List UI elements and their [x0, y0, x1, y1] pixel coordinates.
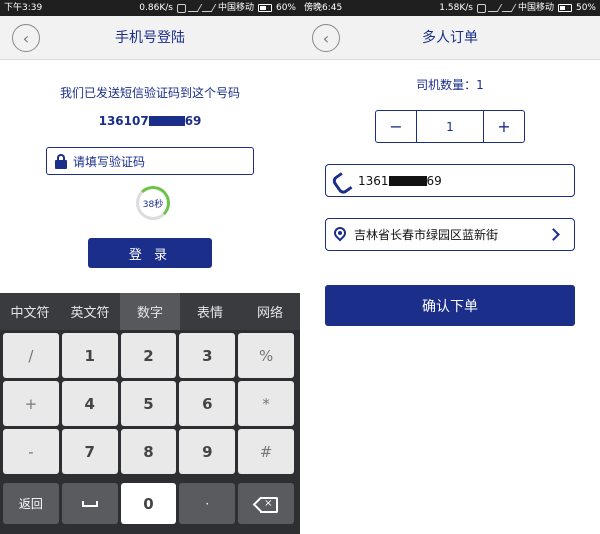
key-dot[interactable]: · [179, 483, 236, 524]
key-7[interactable]: 7 [61, 429, 118, 474]
tab-numbers[interactable]: 数字 [120, 293, 180, 330]
key-8[interactable]: 8 [120, 429, 177, 474]
soft-keyboard: 中文符 英文符 数字 表情 网络 /1 2 3% +4 5 6 * -7 8 9 # 返回 0 · × [0, 293, 300, 534]
tab-network[interactable]: 网络 [240, 293, 300, 330]
verification-code-input[interactable]: 请填写验证码 [46, 147, 254, 175]
address-text: 吉林省长春市绿园区蓝新街 [354, 228, 499, 242]
address-field[interactable]: 吉林省长春市绿园区蓝新街 [325, 218, 575, 251]
network-speed: 0.86K/s [139, 3, 173, 13]
network-speed: 1.58K/s [439, 3, 473, 13]
tab-english-symbols[interactable]: 英文符 [60, 293, 120, 330]
key-backspace[interactable]: × [238, 483, 294, 524]
phone-icon [334, 174, 348, 188]
key-hash[interactable]: # [238, 429, 294, 474]
alarm-icon [176, 3, 186, 13]
login-screen: 下午3:39 0.86K/s 中国移动 60% ‹ 手机号登陆 我们已发送短信验… [0, 0, 300, 534]
location-pin-icon [331, 224, 349, 243]
countdown-timer: 38秒 [136, 186, 170, 220]
key-9[interactable]: 9 [179, 429, 236, 474]
key-slash[interactable]: / [3, 333, 59, 378]
decrement-button[interactable]: − [376, 111, 416, 142]
key-4[interactable]: 4 [61, 381, 118, 426]
battery-icon [257, 4, 272, 12]
page-title: 多人订单 [422, 30, 478, 46]
status-bar: 傍晚6:45 1.58K/s 中国移动 50% [300, 0, 600, 16]
phone-value: 1361 69 [358, 174, 442, 188]
phone-mask [388, 175, 427, 186]
key-minus[interactable]: - [3, 429, 59, 474]
status-bar: 下午3:39 0.86K/s 中国移动 60% [0, 0, 300, 16]
key-2[interactable]: 2 [120, 333, 177, 378]
battery-icon [557, 4, 572, 12]
alarm-icon [476, 3, 486, 13]
driver-count-stepper: − 1 + [375, 110, 525, 143]
phone-suffix: 69 [426, 173, 442, 188]
key-space[interactable] [61, 483, 118, 524]
keyboard-tabs: 中文符 英文符 数字 表情 网络 [0, 293, 300, 330]
login-button[interactable]: 登 录 [88, 238, 212, 268]
signal-icon [501, 4, 517, 12]
lock-icon [55, 153, 67, 169]
battery-percent: 50% [575, 3, 596, 13]
confirm-order-button[interactable]: 确认下单 [325, 285, 575, 326]
tab-chinese-symbols[interactable]: 中文符 [0, 293, 60, 330]
key-back[interactable]: 返回 [3, 483, 59, 524]
tab-emoji[interactable]: 表情 [180, 293, 240, 330]
key-asterisk[interactable]: * [238, 381, 294, 426]
key-percent[interactable]: % [238, 333, 294, 378]
status-time: 下午3:39 [4, 3, 43, 13]
phone-suffix: 69 [184, 114, 202, 128]
wifi-icon [187, 4, 203, 12]
increment-button[interactable]: + [484, 111, 524, 142]
phone-prefix: 136107 [98, 114, 149, 128]
phone-field[interactable]: 1361 69 [325, 164, 575, 197]
key-plus[interactable]: + [3, 381, 59, 426]
space-bar-icon [81, 500, 98, 507]
key-6[interactable]: 6 [179, 381, 236, 426]
status-time: 傍晚6:45 [304, 3, 343, 13]
key-5[interactable]: 5 [120, 381, 177, 426]
wifi-icon [487, 4, 503, 12]
carrier-name: 中国移动 [217, 3, 254, 13]
phone-mask [148, 116, 185, 126]
countdown-text: 38秒 [142, 199, 164, 210]
key-1[interactable]: 1 [61, 333, 118, 378]
driver-count-value[interactable]: 1 [416, 111, 484, 142]
nav-bar: ‹ 多人订单 [300, 16, 600, 60]
carrier-name: 中国移动 [517, 3, 554, 13]
key-3[interactable]: 3 [179, 333, 236, 378]
multi-order-screen: 傍晚6:45 1.58K/s 中国移动 50% ‹ 多人订单 司机数量：1 − … [300, 0, 600, 534]
key-0[interactable]: 0 [120, 483, 177, 524]
driver-count-label: 司机数量：1 [416, 78, 484, 92]
phone-number: 136107 69 [0, 114, 300, 128]
chevron-right-icon [547, 228, 560, 241]
battery-percent: 60% [275, 3, 296, 13]
page-title: 手机号登陆 [115, 30, 185, 46]
phone-prefix: 1361 [358, 173, 389, 188]
sms-sent-message: 我们已发送短信验证码到这个号码 [59, 86, 240, 100]
signal-icon [201, 4, 217, 12]
backspace-icon: × [255, 496, 279, 513]
code-placeholder: 请填写验证码 [73, 154, 146, 169]
nav-bar: ‹ 手机号登陆 [0, 16, 300, 60]
